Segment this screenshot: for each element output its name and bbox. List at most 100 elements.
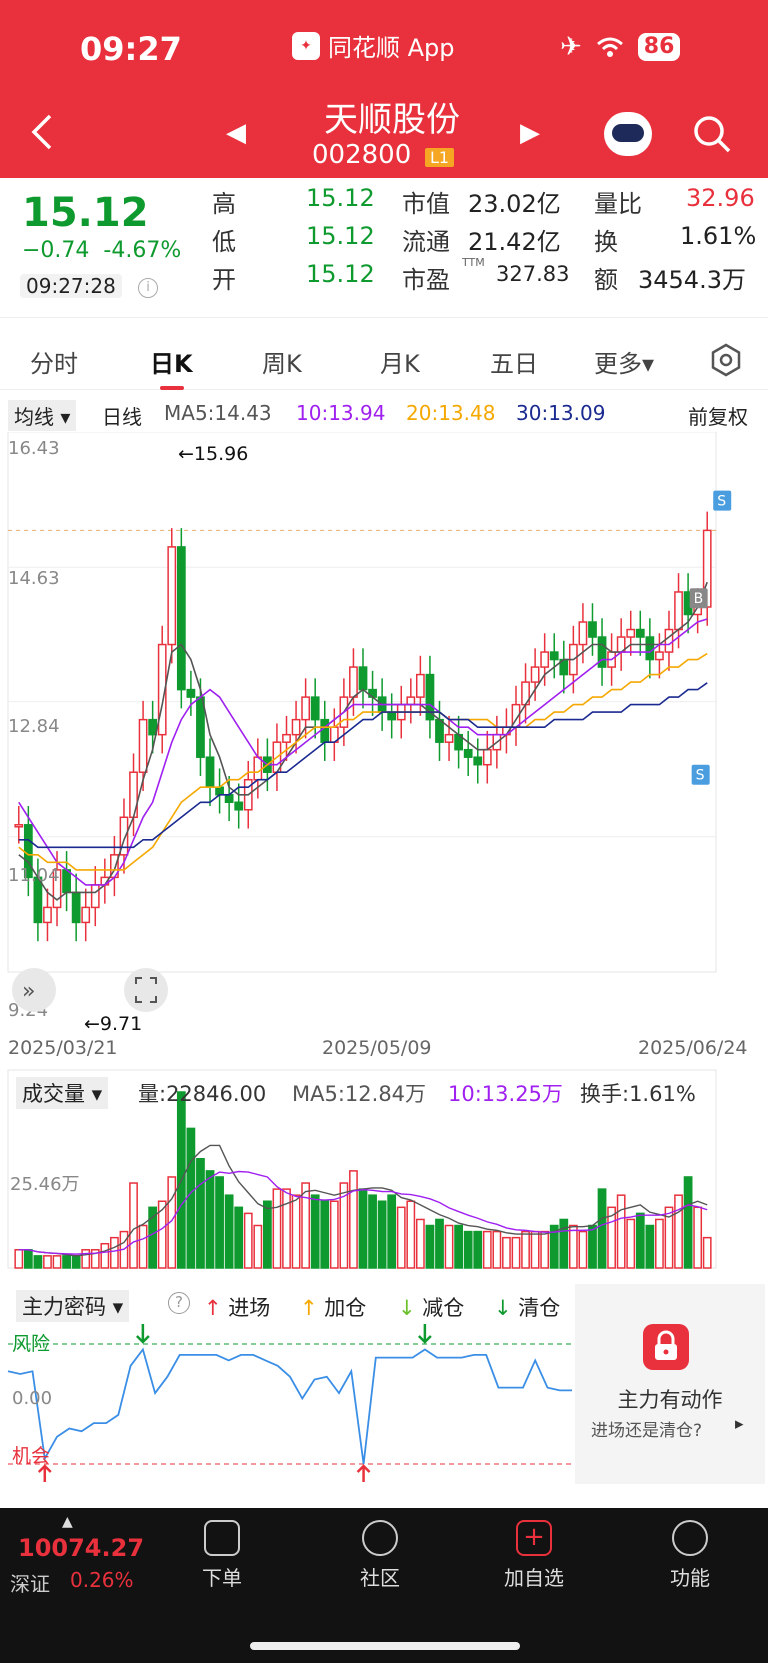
candle-body [196, 696, 205, 758]
volume-bar [129, 1182, 138, 1269]
low-value: 15.12 [306, 222, 375, 250]
adjust-label[interactable]: 前复权 [688, 401, 748, 430]
back-button[interactable] [30, 112, 54, 162]
y-tick-4: 11.04 [8, 865, 60, 886]
candle-body [129, 771, 138, 819]
nav-community-label: 社区 [360, 1566, 400, 1590]
candle-body [387, 711, 397, 721]
candle-body [234, 801, 244, 811]
volume-bar [425, 1224, 435, 1269]
info-icon[interactable]: i [138, 278, 158, 298]
legend-reduce-label: 减仓 [422, 1296, 465, 1320]
volume-bar [205, 1170, 215, 1269]
candle-body [186, 688, 196, 698]
volume-bar [502, 1236, 511, 1269]
prev-stock-button[interactable]: ◀ [226, 118, 246, 148]
volume-bar [100, 1242, 110, 1269]
settings-hex-icon[interactable] [708, 342, 744, 382]
nav-add-watchlist[interactable]: + 加自选 [484, 1520, 584, 1591]
volume-turnover: 换手:1.61% [580, 1082, 696, 1106]
nav-functions-label: 功能 [670, 1566, 710, 1590]
tab-five-day[interactable]: 五日 [490, 344, 538, 379]
app-name: 同花顺 App [328, 34, 455, 62]
signal-panel [7, 1324, 572, 1482]
candle-body [301, 696, 311, 721]
lock-icon [643, 1324, 689, 1370]
price-change: −0.74 -4.67% [22, 238, 181, 263]
battery-icon: 86 [637, 33, 681, 61]
robot-assistant-icon[interactable] [604, 112, 652, 156]
help-icon[interactable]: ? [168, 1292, 190, 1314]
down-arrow-lime-icon: ↓ [398, 1296, 416, 1320]
candle-body [655, 651, 664, 661]
volume-bar [702, 1236, 712, 1269]
candle-body [588, 621, 597, 638]
plus-icon: + [516, 1520, 552, 1556]
search-icon[interactable] [692, 114, 732, 154]
expand-arrows-icon[interactable]: » [12, 968, 56, 1012]
mcap-label: 市值 [402, 190, 450, 218]
document-icon [204, 1520, 240, 1556]
candle-body [43, 906, 52, 924]
volume-bar [138, 1224, 148, 1269]
next-stock-button[interactable]: ▶ [520, 118, 540, 148]
legend-clear: ↓ 清仓 [494, 1292, 560, 1322]
tab-month-k[interactable]: 月K [380, 344, 420, 379]
volume-bar [329, 1200, 339, 1269]
volume-bar [492, 1230, 502, 1269]
ma5-label: MA5:14.43 [164, 401, 272, 425]
amount-label: 额 [594, 266, 618, 294]
nav-community[interactable]: 社区 [330, 1520, 430, 1591]
volume-selector[interactable]: 成交量 ▾ [16, 1077, 109, 1109]
candle-body [406, 696, 416, 706]
volume-bar [81, 1249, 91, 1269]
index-change: 0.26% [70, 1568, 134, 1592]
candle-body [224, 794, 234, 804]
signal-selector[interactable]: 主力密码 ▾ [16, 1290, 130, 1322]
volume-value: 量:22846.00 [138, 1082, 267, 1106]
volume-bar [282, 1188, 291, 1269]
volume-bar [568, 1224, 578, 1269]
volume-bar [559, 1218, 569, 1269]
chevron-left-icon [31, 114, 52, 150]
sell-signal-marker: S [713, 490, 732, 511]
index-up-icon: ▲ [62, 1514, 73, 1530]
volume-bar [635, 1212, 645, 1269]
card-title: 主力有动作 [617, 1388, 723, 1412]
tab-more[interactable]: 更多▾ [594, 344, 654, 379]
ma-selector[interactable]: 均线 ▾ [8, 400, 77, 431]
nav-order[interactable]: 下单 [172, 1520, 272, 1591]
volume-bar [693, 1206, 703, 1269]
nav-functions[interactable]: 功能 [640, 1520, 740, 1591]
volume-bar [52, 1255, 62, 1269]
volume-bar [444, 1224, 454, 1269]
legend-enter-label: 进场 [228, 1296, 271, 1320]
enter-arrow-marker [37, 1464, 52, 1482]
tab-day-k[interactable]: 日K [150, 344, 193, 379]
volume-bar [473, 1230, 483, 1269]
current-price: 15.12 [22, 190, 149, 236]
tab-week-k[interactable]: 周K [262, 344, 302, 379]
volume-bar [224, 1194, 234, 1269]
x-tick-end: 2025/06/24 [638, 1037, 748, 1059]
volume-bar [588, 1224, 597, 1269]
main-force-card[interactable]: 主力有动作 进场还是清仓? ▸ [575, 1284, 765, 1484]
quote-time: 09:27:28 [20, 274, 122, 298]
svg-text:»: » [22, 979, 35, 1004]
chevron-right-icon: ▸ [735, 1414, 744, 1434]
volume-bar [683, 1176, 693, 1269]
fullscreen-icon[interactable] [124, 968, 168, 1012]
candle-body [71, 891, 81, 924]
tab-intraday[interactable]: 分时 [30, 344, 78, 379]
index-value[interactable]: 10074.27 [18, 1534, 144, 1562]
candle-body [358, 666, 368, 691]
candle-body [530, 666, 540, 683]
svg-text:B: B [694, 591, 704, 607]
volume-ma5: MA5:12.84万 [292, 1082, 427, 1106]
risk-label: 风险 [12, 1333, 50, 1355]
volume-bar [540, 1230, 550, 1269]
candle-body [482, 748, 492, 766]
candle-body [90, 884, 100, 909]
high-annotation: ←15.96 [178, 443, 248, 465]
top-header: 09:27 ✦ 同花顺 App ✈ 86 ◀ 天顺股份 002800 L1 ▶ [0, 0, 768, 178]
